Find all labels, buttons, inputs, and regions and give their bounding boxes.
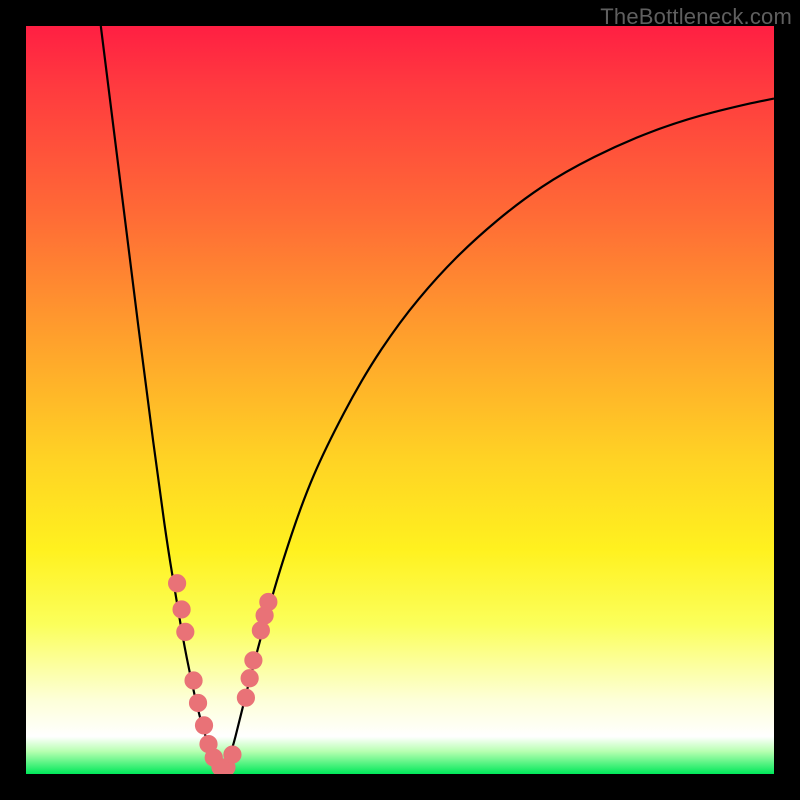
- chart-plot-area: [26, 26, 774, 774]
- chart-svg: [26, 26, 774, 774]
- curve-right-branch: [224, 99, 774, 771]
- data-marker: [241, 670, 258, 687]
- data-marker: [173, 601, 190, 618]
- chart-frame: TheBottleneck.com: [0, 0, 800, 800]
- data-marker: [237, 689, 254, 706]
- curve-left-branch: [101, 26, 221, 770]
- data-marker: [189, 694, 206, 711]
- data-markers: [169, 575, 277, 774]
- data-marker: [245, 652, 262, 669]
- data-marker: [195, 717, 212, 734]
- data-marker: [185, 672, 202, 689]
- watermark-text: TheBottleneck.com: [600, 4, 792, 30]
- data-marker: [169, 575, 186, 592]
- data-marker: [224, 746, 241, 763]
- data-marker: [252, 622, 269, 639]
- data-marker: [260, 593, 277, 610]
- data-marker: [177, 623, 194, 640]
